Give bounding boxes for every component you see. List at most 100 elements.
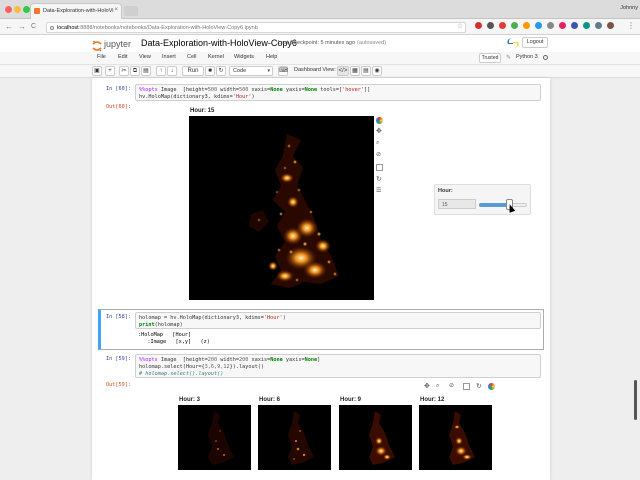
scrollbar[interactable] — [634, 380, 637, 420]
wheel-zoom-icon[interactable]: ⊘ — [376, 152, 383, 159]
heatmap-small-plot[interactable] — [178, 405, 251, 470]
menu-edit[interactable]: Edit — [118, 54, 127, 60]
jupyter-wordmark[interactable]: jupyter — [104, 39, 131, 49]
dashboard-preview-button[interactable]: ◉ — [372, 66, 382, 76]
cell-type-select[interactable]: Code ▾ — [229, 66, 273, 76]
extension-icon[interactable] — [583, 22, 590, 29]
run-label: Run — [187, 68, 199, 74]
extension-icon[interactable] — [523, 22, 530, 29]
jupyter-logo-icon[interactable] — [92, 40, 102, 52]
extension-icon[interactable] — [535, 22, 542, 29]
trusted-badge[interactable]: Trusted — [479, 53, 501, 63]
extension-icon[interactable] — [595, 22, 602, 29]
extension-icon[interactable] — [487, 22, 494, 29]
cell-60-out-prompt: Out[60]: — [106, 104, 131, 110]
cut-button[interactable]: ✂ — [119, 66, 129, 76]
menu-view[interactable]: View — [139, 54, 151, 60]
copy-button[interactable]: ⧉ — [130, 66, 140, 76]
menu-help[interactable]: Help — [266, 54, 277, 60]
cell-60-input[interactable]: %%opts Image [height=500 width=500 xaxis… — [135, 84, 541, 101]
run-button[interactable]: Run — [182, 66, 204, 76]
kernel-status-icon — [543, 55, 548, 60]
extension-icon[interactable] — [547, 22, 554, 29]
checkpoint-status: Last Checkpoint: 5 minutes ago — [278, 40, 356, 46]
forward-icon[interactable]: → — [18, 22, 26, 31]
new-tab-button[interactable] — [124, 6, 138, 16]
small-plot-title: Hour: 3 — [179, 397, 200, 403]
small-plot-title: Hour: 12 — [420, 397, 445, 403]
pan-icon[interactable]: ✥ — [424, 383, 431, 390]
box-zoom-icon[interactable]: ⌕ — [376, 140, 383, 147]
url-path: :8888/notebooks/notebooks/Data-Explorati… — [78, 25, 258, 31]
save-button[interactable]: ▣ — [92, 66, 102, 76]
notebook-view-button[interactable]: </> — [337, 66, 349, 76]
reset-icon[interactable]: ↻ — [376, 176, 383, 183]
restart-button[interactable]: ↻ — [216, 66, 226, 76]
jupyter-favicon-icon — [34, 8, 40, 14]
cell-type-value: Code — [233, 68, 247, 74]
cell-58-code: holomap = hv.HoloMap(dictionary3, kdims=… — [139, 315, 286, 328]
autosave-status: (autosaved) — [357, 40, 387, 46]
hover-icon[interactable]: ☰ — [376, 188, 383, 195]
dashboard-view-label: Dashboard View: — [294, 67, 336, 73]
reset-icon[interactable]: ↻ — [476, 383, 483, 390]
save-icon[interactable] — [376, 164, 383, 171]
url-field[interactable]: localhost:8888/notebooks/notebooks/Data-… — [46, 22, 466, 33]
save-icon[interactable] — [463, 383, 470, 390]
extension-icon[interactable] — [499, 22, 506, 29]
command-palette-button[interactable]: ⌨ — [278, 66, 288, 76]
extension-icon[interactable] — [511, 22, 518, 29]
insert-cell-button[interactable]: + — [105, 66, 115, 76]
cell-58-input[interactable]: holomap = hv.HoloMap(dictionary3, kdims=… — [135, 312, 541, 329]
extension-icon[interactable] — [475, 22, 482, 29]
menu-file[interactable]: File — [97, 54, 106, 60]
report-view-button[interactable]: ▤ — [361, 66, 371, 76]
cell-60-code: %%opts Image [height=500 width=500 xaxis… — [139, 87, 371, 100]
move-down-button[interactable]: ↓ — [167, 66, 177, 76]
logout-button[interactable]: Logout — [522, 37, 548, 48]
hour-slider-fill — [479, 203, 510, 207]
bokeh-logo-icon[interactable] — [376, 117, 383, 124]
box-zoom-icon[interactable]: ⌕ — [436, 383, 443, 390]
cell-59-out-prompt: Out[59]: — [106, 382, 131, 388]
cell-59-input[interactable]: %%opts Image [height=200 width=200 xaxis… — [135, 354, 541, 378]
menu-cell[interactable]: Cell — [187, 54, 196, 60]
bokeh-logo-icon[interactable] — [488, 383, 495, 390]
tab-close-icon[interactable]: × — [114, 7, 118, 13]
cell-59-code: %%opts Image [height=200 width=200 xaxis… — [139, 357, 321, 377]
edit-mode-icon: ✎ — [506, 55, 512, 61]
close-window-icon[interactable] — [5, 6, 12, 13]
browser-user[interactable]: Johnny — [620, 5, 638, 11]
heatmap-small-plot[interactable] — [339, 405, 412, 470]
extension-icon[interactable] — [559, 22, 566, 29]
notebook-name[interactable]: Data-Exploration-with-HoloView-Copy6 — [141, 38, 297, 48]
hour-value-field[interactable]: 15 — [438, 199, 476, 209]
extension-icon[interactable] — [607, 22, 614, 29]
minimize-window-icon[interactable] — [14, 6, 21, 13]
info-icon[interactable] — [50, 26, 54, 30]
reload-icon[interactable]: C — [31, 22, 36, 31]
cell-60-in-prompt: In [60]: — [106, 86, 131, 92]
paste-button[interactable]: ▤ — [141, 66, 151, 76]
small-plot-title: Hour: 9 — [340, 397, 361, 403]
heatmap-small-plot[interactable] — [258, 405, 331, 470]
chrome-menu-icon[interactable]: ⋮ — [627, 21, 635, 30]
heatmap-small-plot[interactable] — [419, 405, 492, 470]
cell-58-output: :HoloMap [Hour] :Image [x,y] (z) — [138, 332, 210, 345]
maximize-window-icon[interactable] — [23, 6, 30, 13]
interrupt-button[interactable]: ■ — [205, 66, 215, 76]
menu-kernel[interactable]: Kernel — [208, 54, 224, 60]
menu-insert[interactable]: Insert — [162, 54, 176, 60]
chevron-down-icon: ▾ — [267, 68, 270, 74]
heatmap-plot[interactable] — [189, 116, 374, 300]
browser-tab[interactable]: Data-Exploration-with-HoloVi × — [30, 3, 122, 19]
kernel-name[interactable]: Python 3 — [516, 54, 538, 60]
wheel-zoom-icon[interactable]: ⊘ — [449, 383, 456, 390]
move-up-button[interactable]: ↑ — [156, 66, 166, 76]
grid-view-button[interactable]: ▦ — [350, 66, 360, 76]
menu-widgets[interactable]: Widgets — [234, 54, 254, 60]
bookmark-star-icon[interactable]: ☆ — [457, 22, 463, 30]
pan-icon[interactable]: ✥ — [376, 128, 383, 135]
back-icon[interactable]: ← — [5, 22, 13, 31]
extension-icon[interactable] — [571, 22, 578, 29]
